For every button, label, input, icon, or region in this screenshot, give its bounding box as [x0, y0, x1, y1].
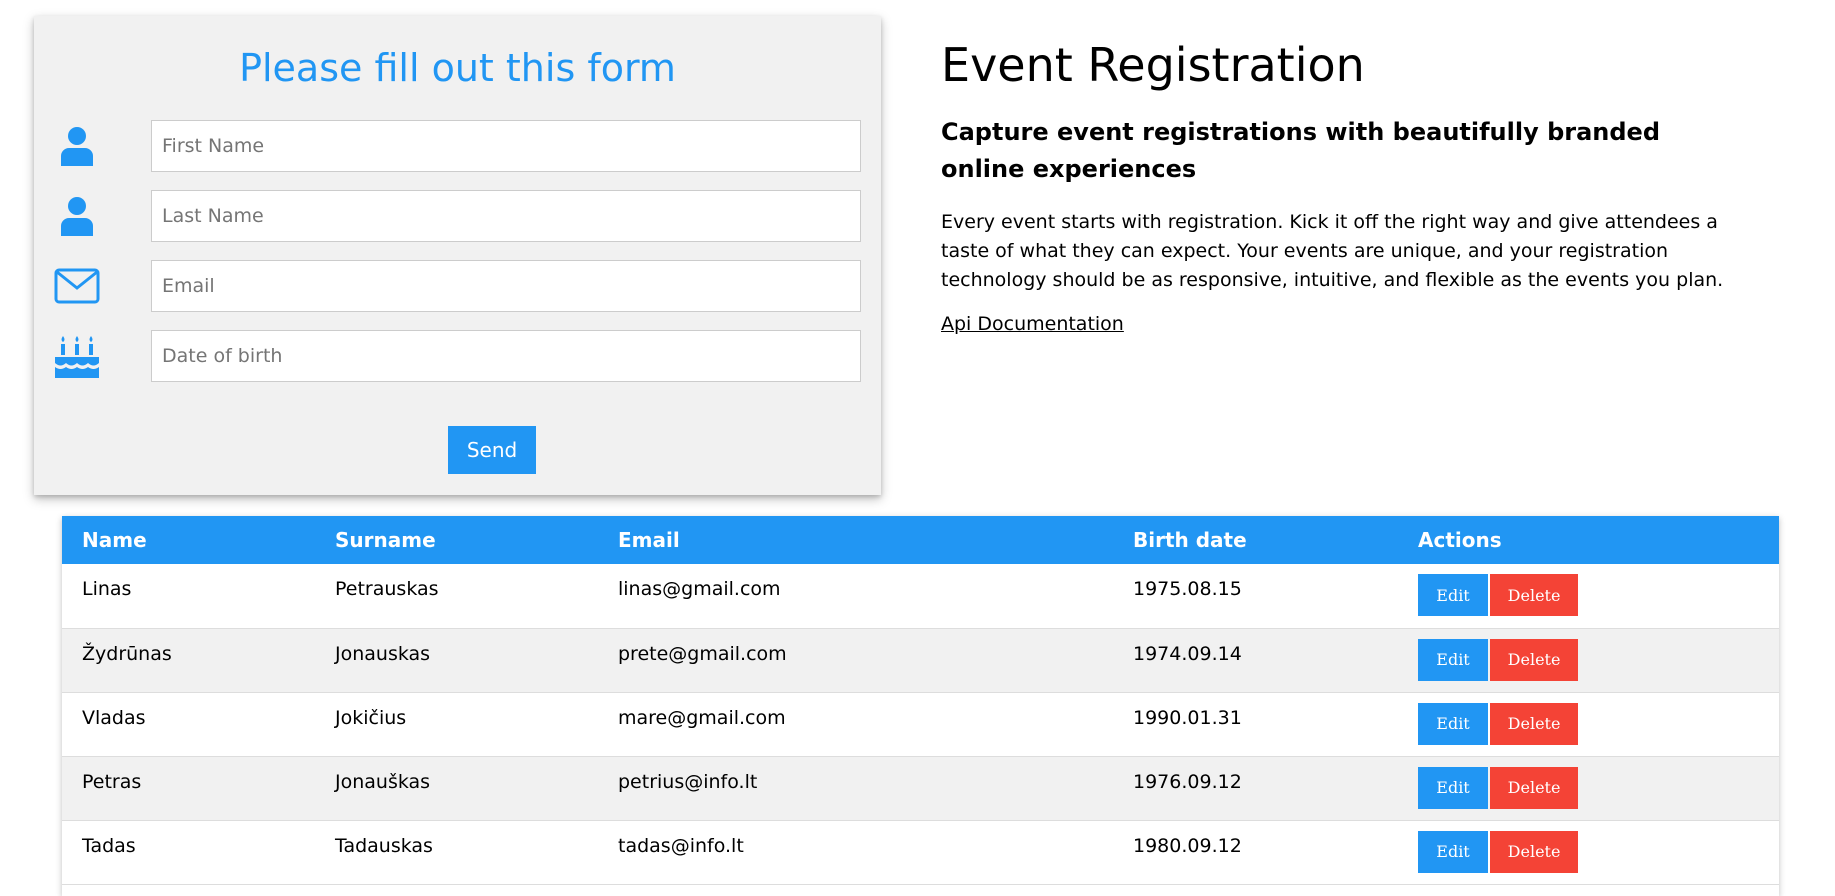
- name-cell: Tadas: [82, 834, 136, 857]
- table-row: Petras Jonauškas petrius@info.lt 1976.09…: [62, 756, 1779, 820]
- name-cell: Petras: [82, 770, 142, 793]
- registration-form: Please fill out this form First Name Las…: [34, 16, 881, 495]
- delete-button[interactable]: Delete: [1490, 766, 1579, 809]
- api-documentation-link[interactable]: Api Documentation: [941, 313, 1124, 335]
- date-of-birth-input[interactable]: [151, 330, 861, 382]
- surname-cell: Tadauskas: [335, 834, 433, 857]
- email-cell: prete@gmail.com: [618, 642, 787, 665]
- birth-date-cell: 1990.01.31: [1133, 706, 1242, 729]
- birthday-cake-icon: [52, 330, 102, 382]
- edit-button[interactable]: Edit: [1418, 638, 1488, 681]
- user-icon: [52, 120, 102, 172]
- surname-cell: Jonauškas: [335, 770, 431, 793]
- column-header-surname: Surname: [335, 528, 436, 552]
- column-header-name: Name: [82, 528, 147, 552]
- name-cell: Linas: [82, 578, 132, 600]
- name-cell: Žydrūnas: [82, 642, 172, 665]
- table-row: Vladas Jokičius mare@gmail.com 1990.01.3…: [62, 692, 1779, 756]
- name-cell: Vladas: [82, 706, 146, 729]
- edit-button[interactable]: Edit: [1418, 830, 1488, 873]
- edit-button[interactable]: Edit: [1418, 574, 1488, 616]
- surname-cell: Jonauskas: [335, 642, 431, 665]
- first-name-row: [52, 120, 861, 172]
- first-name-input[interactable]: [151, 120, 861, 172]
- edit-button[interactable]: Edit: [1418, 766, 1488, 809]
- email-cell: linas@gmail.com: [618, 578, 781, 600]
- surname-cell: Petrauskas: [335, 578, 439, 600]
- column-header-actions: Actions: [1418, 528, 1502, 552]
- column-header-email: Email: [618, 528, 680, 552]
- registrations-table: Name Surname Email Birth date Actions Li…: [62, 516, 1779, 896]
- info-section: Event Registration Capture event registr…: [941, 38, 1741, 335]
- email-cell: petrius@info.lt: [618, 770, 758, 793]
- email-cell: mare@gmail.com: [618, 706, 786, 729]
- table-row: Linas Petrauskas linas@gmail.com 1975.08…: [62, 564, 1779, 628]
- delete-button[interactable]: Delete: [1490, 574, 1579, 616]
- page-description: Every event starts with registration. Ki…: [941, 211, 1724, 291]
- surname-cell: Jokičius: [335, 706, 407, 729]
- envelope-icon: [52, 260, 102, 312]
- delete-button[interactable]: Delete: [1490, 702, 1579, 745]
- date-of-birth-row: [52, 330, 861, 382]
- birth-date-cell: 1980.09.12: [1133, 834, 1242, 857]
- last-name-input[interactable]: [151, 190, 861, 242]
- column-header-birth-date: Birth date: [1133, 528, 1247, 552]
- delete-button[interactable]: Delete: [1490, 830, 1579, 873]
- edit-button[interactable]: Edit: [1418, 702, 1488, 745]
- table-row: Žydrūnas Jonauskas prete@gmail.com 1974.…: [62, 628, 1779, 692]
- email-input[interactable]: [151, 260, 861, 312]
- send-button[interactable]: Send: [448, 426, 536, 474]
- user-icon: [52, 190, 102, 242]
- email-cell: tadas@info.lt: [618, 834, 744, 857]
- email-row: [52, 260, 861, 312]
- page-title: Event Registration: [941, 38, 1365, 92]
- page-subtitle: Capture event registrations with beautif…: [941, 118, 1661, 183]
- delete-button[interactable]: Delete: [1490, 638, 1579, 681]
- birth-date-cell: 1976.09.12: [1133, 770, 1242, 793]
- table-row: Tadas Tadauskas tadas@info.lt 1980.09.12…: [62, 820, 1779, 884]
- last-name-row: [52, 190, 861, 242]
- birth-date-cell: 1975.08.15: [1133, 578, 1242, 600]
- birth-date-cell: 1974.09.14: [1133, 642, 1242, 665]
- form-title: Please fill out this form: [239, 46, 676, 90]
- table-header-row: Name Surname Email Birth date Actions: [62, 516, 1779, 564]
